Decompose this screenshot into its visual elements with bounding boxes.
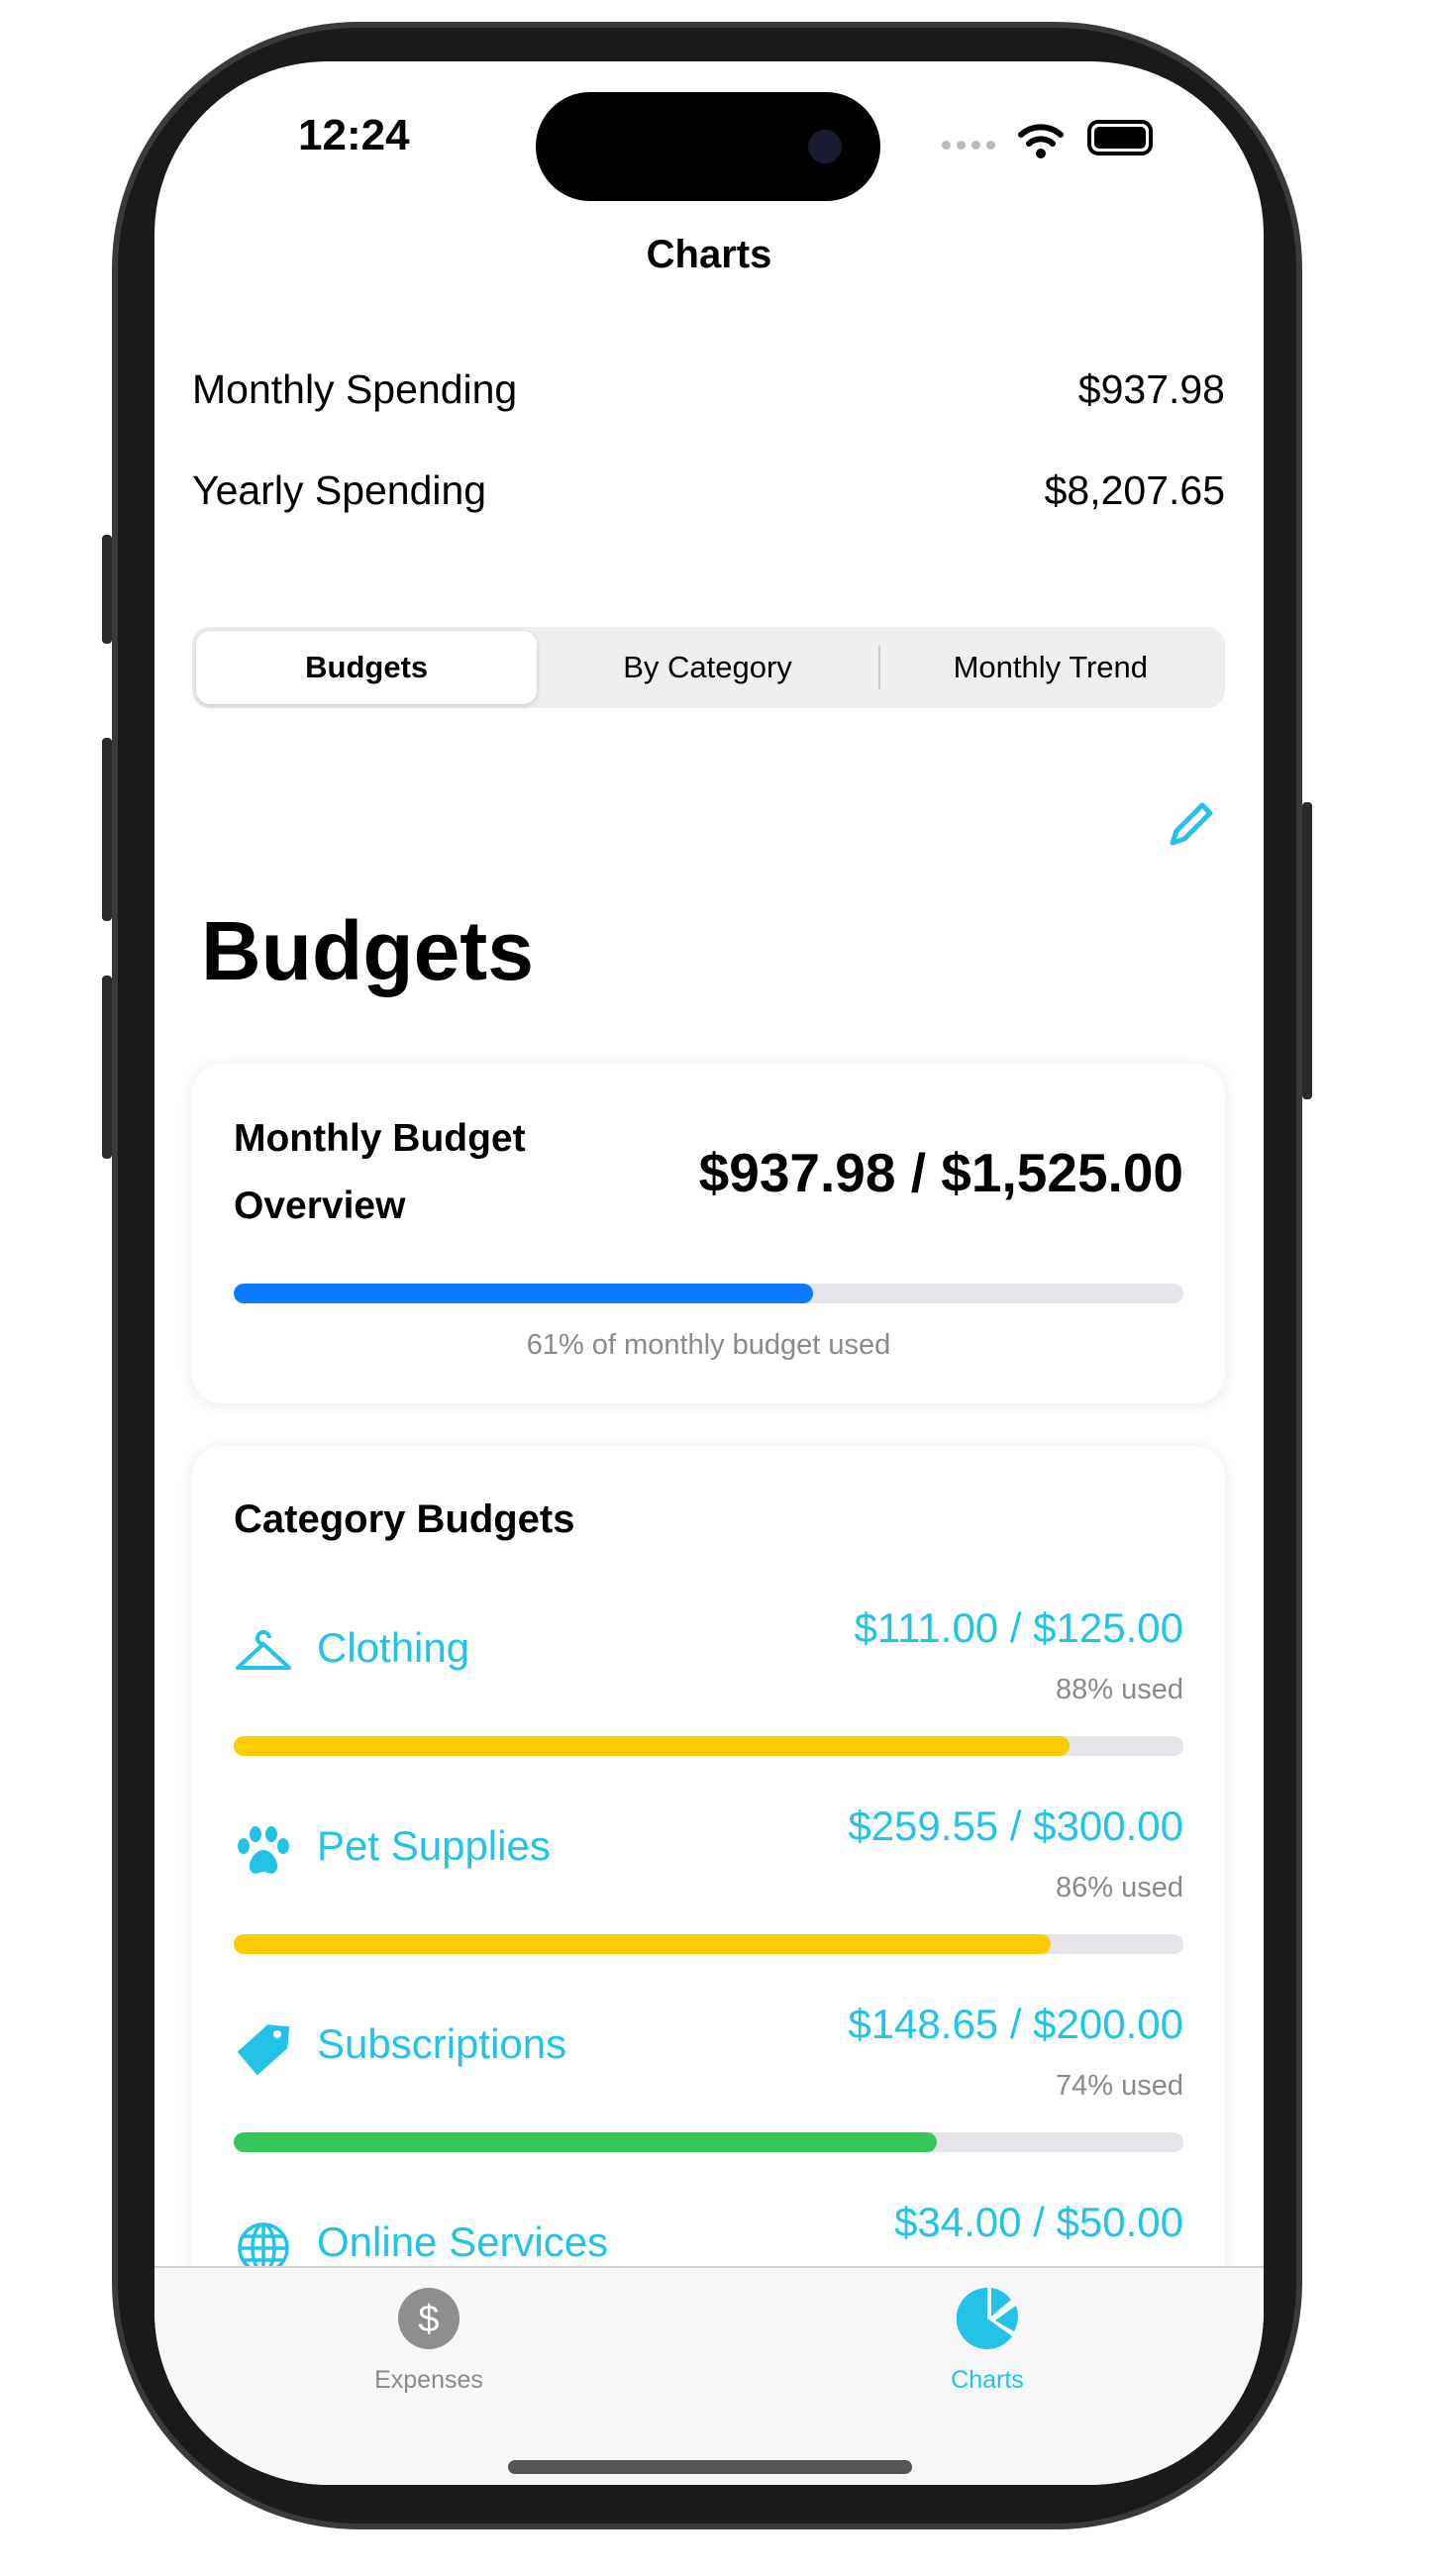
category-progress-bar: [234, 1736, 1183, 1756]
category-progress-fill: [234, 2132, 937, 2152]
category-amount: $148.65 / $200.00: [848, 2001, 1183, 2047]
category-row-subscriptions[interactable]: Subscriptions $148.65 / $200.00 74% used: [234, 2001, 1183, 2199]
action-button: [102, 535, 112, 644]
tab-charts[interactable]: Charts: [888, 2287, 1086, 2395]
category-row-clothing[interactable]: Clothing $111.00 / $125.00 88% used: [234, 1604, 1183, 1803]
segment-by-category[interactable]: By Category: [537, 631, 877, 704]
paw-icon: [234, 1822, 293, 1882]
category-progress-fill: [234, 1934, 1051, 1954]
category-budgets-title: Category Budgets: [234, 1497, 575, 1541]
overview-progress-fill: [234, 1284, 813, 1303]
monthly-spending-label: Monthly Spending: [192, 366, 518, 412]
category-budgets-card: Category Budgets Clothing $111.00 / $125…: [192, 1446, 1225, 2337]
segmented-control: Budgets By Category Monthly Trend: [192, 627, 1225, 708]
overview-title-line2: Overview: [234, 1185, 406, 1227]
category-name: Subscriptions: [317, 2020, 567, 2067]
tag-icon: [234, 2020, 293, 2080]
nav-title: Charts: [646, 233, 772, 276]
category-amount: $111.00 / $125.00: [854, 1604, 1183, 1651]
battery-icon: [1087, 120, 1153, 155]
category-amount: $34.00 / $50.00: [894, 2199, 1183, 2245]
screen: 12:24 Charts Monthly Spending $937.98 Ye…: [154, 61, 1264, 2485]
edit-pencil-icon[interactable]: [1165, 799, 1216, 851]
category-percent-used: 86% used: [1056, 1872, 1183, 1904]
overview-progress-bar: [234, 1284, 1183, 1303]
dollar-circle-icon: $: [398, 2288, 460, 2349]
segment-budgets[interactable]: Budgets: [196, 631, 538, 704]
monthly-overview-card: Monthly Budget Overview $937.98 / $1,525…: [192, 1064, 1225, 1403]
hanger-icon: [234, 1624, 293, 1684]
category-percent-used: 88% used: [1056, 1674, 1183, 1705]
monthly-spending-row: Monthly Spending $937.98: [192, 366, 1225, 413]
category-progress-bar: [234, 1934, 1183, 1954]
wifi-icon: [1018, 124, 1064, 158]
monthly-spending-value: $937.98: [1077, 366, 1225, 412]
overview-amount: $937.98 / $1,525.00: [698, 1142, 1183, 1203]
category-amount: $259.55 / $300.00: [848, 1803, 1183, 1849]
yearly-spending-label: Yearly Spending: [192, 467, 487, 513]
category-progress-fill: [234, 1736, 1070, 1756]
status-time: 12:24: [298, 111, 410, 159]
category-name: Clothing: [317, 1624, 470, 1671]
camera-icon: [808, 130, 842, 163]
pie-chart-icon: [956, 2287, 1018, 2349]
volume-up-button: [102, 738, 112, 921]
tab-expenses-label: Expenses: [374, 2366, 483, 2394]
category-name: Pet Supplies: [317, 1822, 551, 1869]
overview-title: Monthly Budget Overview: [234, 1105, 526, 1240]
signal-dots-icon: [942, 141, 995, 150]
side-button: [1302, 802, 1312, 1099]
tab-expenses[interactable]: $ Expenses: [330, 2288, 528, 2395]
yearly-spending-row: Yearly Spending $8,207.65: [192, 467, 1225, 514]
category-percent-used: 74% used: [1056, 2070, 1183, 2102]
category-name: Online Services: [317, 2218, 609, 2265]
segment-monthly-trend[interactable]: Monthly Trend: [880, 631, 1221, 704]
page-heading: Budgets: [201, 904, 534, 997]
dynamic-island: [536, 92, 880, 201]
overview-title-line1: Monthly Budget: [234, 1117, 526, 1160]
volume-down-button: [102, 976, 112, 1159]
home-indicator: [508, 2460, 912, 2474]
yearly-spending-value: $8,207.65: [1044, 467, 1225, 513]
category-progress-bar: [234, 2132, 1183, 2152]
tab-bar: $ Expenses Charts: [154, 2266, 1264, 2485]
tab-charts-label: Charts: [951, 2366, 1024, 2394]
category-row-pet-supplies[interactable]: Pet Supplies $259.55 / $300.00 86% used: [234, 1803, 1183, 2001]
svg-text:$: $: [418, 2299, 439, 2340]
overview-caption: 61% of monthly budget used: [526, 1329, 891, 1361]
